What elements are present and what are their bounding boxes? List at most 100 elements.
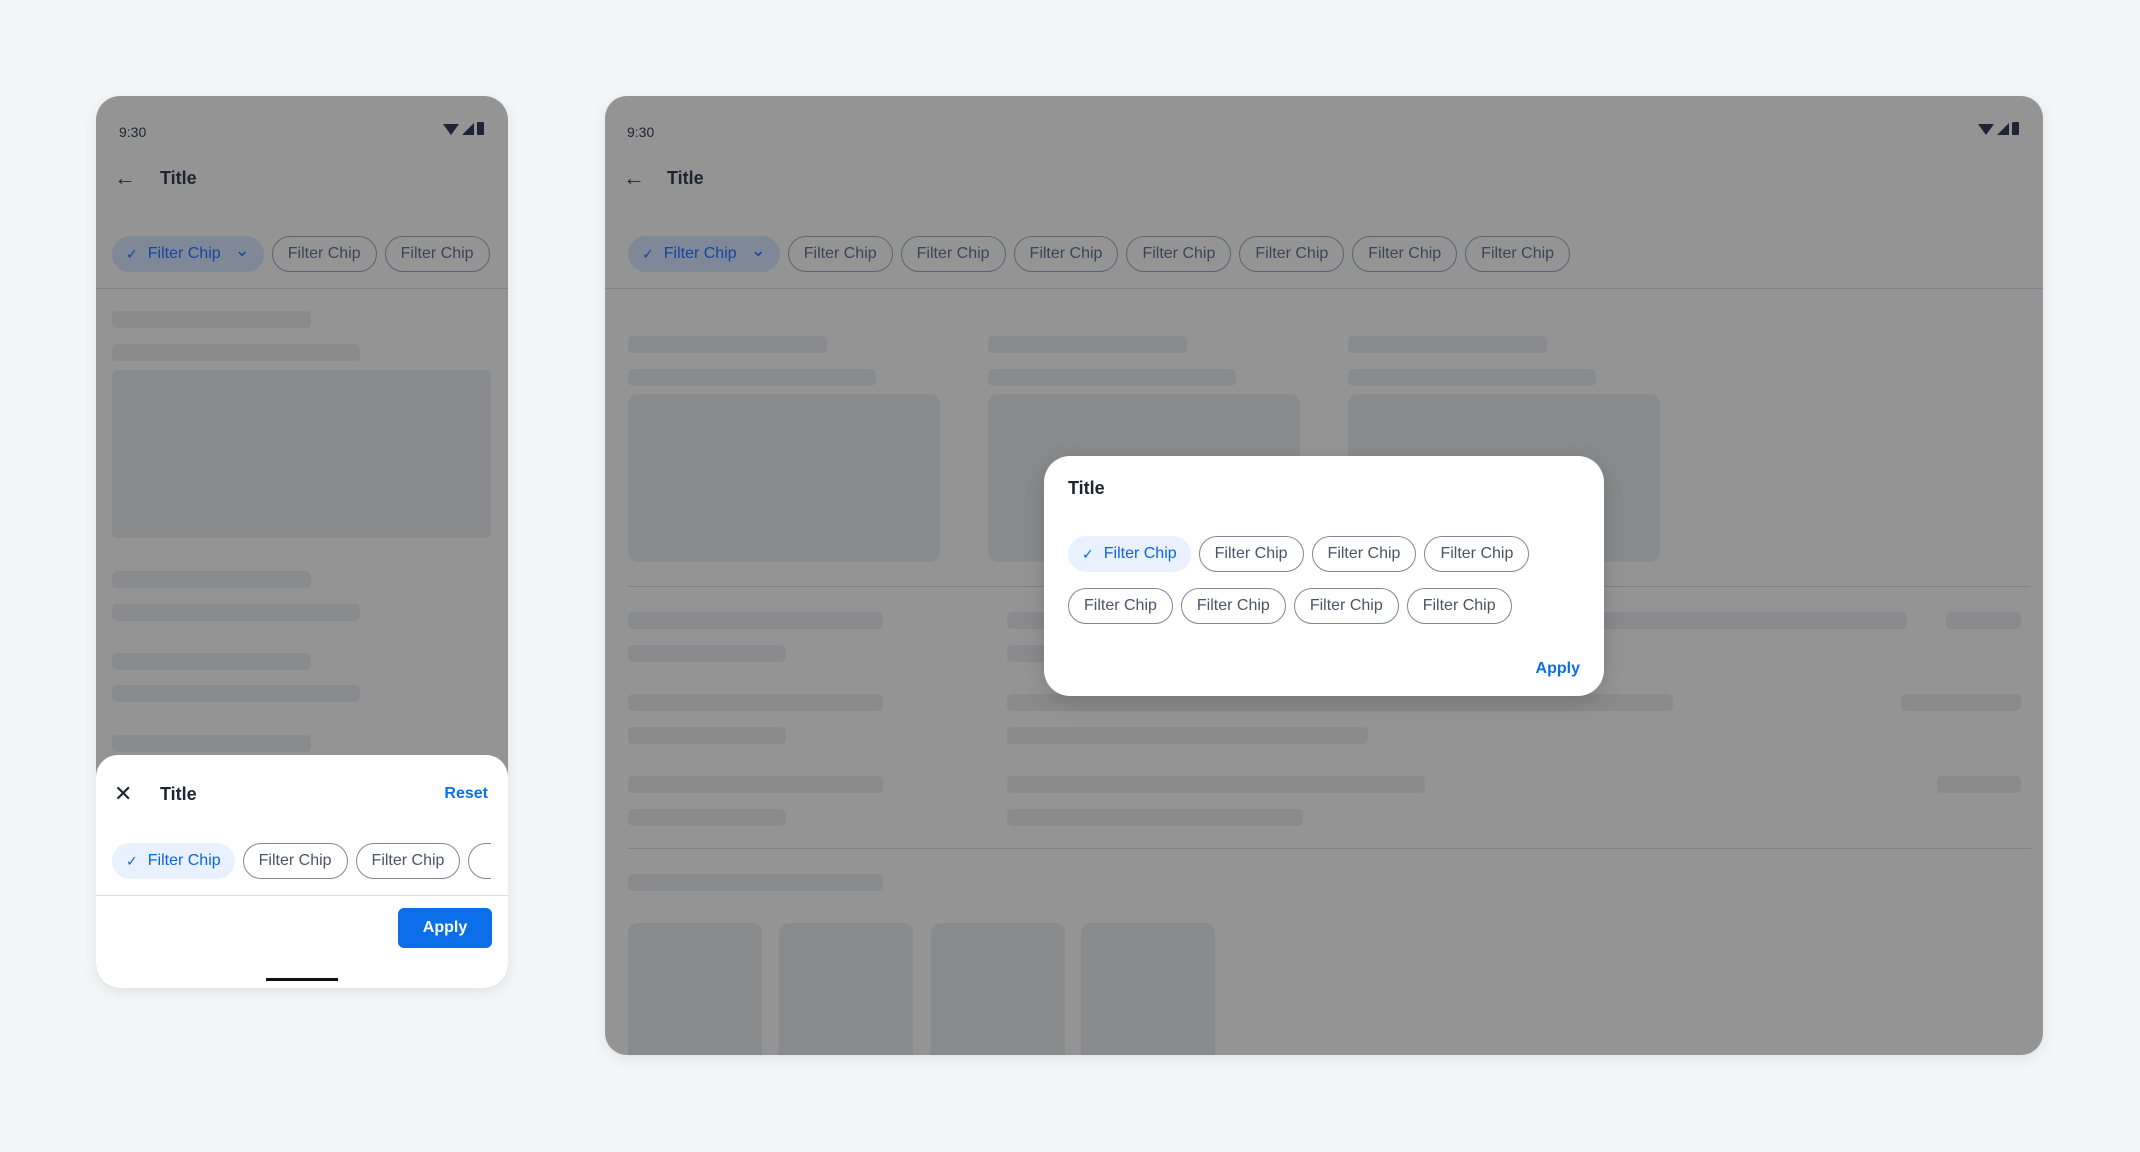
filter-dialog: Title ✓ Filter Chip Filter Chip Filter Chip… — [1044, 456, 1604, 696]
skeleton-line — [628, 809, 786, 826]
chip-label: Filter Chip — [1255, 245, 1329, 262]
chip-row: ✓ Filter Chip ⌄ Filter Chip Filter Chip — [112, 236, 498, 272]
filter-chip[interactable]: Filter Chip — [1465, 236, 1571, 272]
skeleton-line — [1007, 694, 1673, 711]
status-time: 9:30 — [119, 124, 147, 140]
filter-chip-selected[interactable]: ✓ Filter Chip — [112, 843, 235, 879]
filter-chip[interactable]: Filter Chip — [1352, 236, 1458, 272]
apply-button[interactable]: Apply — [1536, 660, 1580, 678]
skeleton-line — [628, 776, 883, 793]
skeleton-line — [628, 612, 883, 629]
sheet-title: Title — [160, 784, 197, 804]
filter-chip[interactable]: Filter Chip — [242, 843, 348, 879]
filter-chip[interactable]: Filter Chip — [1424, 536, 1530, 572]
chip-label: Filter Chip — [1481, 245, 1555, 262]
apply-label: Apply — [422, 919, 468, 936]
chevron-down-icon: ⌄ — [234, 239, 250, 260]
chip-row: ✓ Filter Chip ⌄ Filter Chip Filter Chip Filte… — [628, 236, 1571, 272]
close-icon[interactable]: ✕ — [114, 783, 132, 805]
skeleton-line — [628, 645, 786, 662]
back-arrow-icon[interactable]: ← — [114, 167, 136, 189]
filter-chip[interactable]: Filter Chip — [271, 236, 377, 272]
skeleton-line — [1937, 776, 2021, 793]
filter-chip[interactable]: Filter Chip — [1406, 588, 1512, 624]
skeleton-image — [628, 394, 940, 562]
filter-chip-selected[interactable]: ✓ Filter Chip ⌄ — [628, 236, 780, 272]
filter-chip[interactable]: Filter Chip — [1239, 236, 1345, 272]
skeleton-image — [931, 923, 1065, 1055]
skeleton-line — [112, 685, 360, 702]
divider — [96, 288, 508, 289]
filter-chip[interactable]: Filter Chip — [384, 236, 490, 272]
check-icon: ✓ — [642, 245, 654, 262]
filter-chip[interactable]: Filter Chip — [1293, 588, 1399, 624]
wifi-icon — [443, 124, 459, 135]
sheet-chip-row: ✓ Filter Chip Filter Chip Filter Chip — [112, 843, 491, 879]
filter-chip[interactable]: Filter Chip — [1068, 588, 1173, 624]
status-icons — [443, 122, 484, 135]
divider — [96, 895, 508, 896]
wifi-icon — [1978, 124, 1994, 135]
divider — [628, 848, 2031, 849]
chip-label: Filter Chip — [1440, 545, 1514, 562]
skeleton-image — [779, 923, 913, 1055]
skeleton-line — [1946, 612, 2021, 629]
chip-label: Filter Chip — [1422, 597, 1496, 614]
chip-label: Filter Chip — [1214, 545, 1288, 562]
chip-label: Filter Chip — [916, 245, 990, 262]
chip-label: Filter Chip — [1309, 597, 1383, 614]
skeleton-line — [988, 336, 1187, 353]
back-arrow-icon[interactable]: ← — [623, 167, 645, 189]
battery-icon — [477, 122, 484, 135]
skeleton-line — [1901, 694, 2021, 711]
filter-chip[interactable]: Filter Chip — [1013, 236, 1119, 272]
reset-button[interactable]: Reset — [444, 785, 488, 803]
skeleton-image — [628, 923, 762, 1055]
chip-label: Filter Chip — [1196, 597, 1270, 614]
filter-chip[interactable] — [468, 843, 491, 879]
chip-label: Filter Chip — [258, 852, 332, 869]
chip-label: Filter Chip — [1368, 245, 1442, 262]
signal-icon — [462, 123, 474, 135]
chip-label: Filter Chip — [371, 852, 445, 869]
chip-label: Filter Chip — [1327, 545, 1401, 562]
filter-chip[interactable]: Filter Chip — [1180, 588, 1286, 624]
chip-label: Filter Chip — [1084, 597, 1157, 614]
app-bar-title: Title — [667, 168, 704, 188]
skeleton-line — [628, 874, 883, 891]
skeleton-line — [628, 369, 876, 386]
skeleton-line — [628, 694, 883, 711]
check-icon: ✓ — [126, 245, 138, 262]
skeleton-line — [112, 571, 311, 588]
skeleton-line — [1007, 809, 1303, 826]
chip-label: Filter Chip — [147, 245, 221, 262]
dialog-chip-row: Filter Chip Filter Chip Filter Chip Filter … — [1068, 588, 1512, 624]
skeleton-line — [112, 311, 311, 328]
apply-button[interactable]: Apply — [398, 908, 492, 948]
chip-label: Filter Chip — [400, 245, 474, 262]
skeleton-line — [112, 604, 360, 621]
filter-chip[interactable]: Filter Chip — [787, 236, 893, 272]
filter-chip[interactable]: Filter Chip — [1198, 536, 1304, 572]
skeleton-line — [112, 735, 311, 752]
chip-label: Filter Chip — [803, 245, 877, 262]
chip-label: Filter Chip — [287, 245, 361, 262]
chip-label: Filter Chip — [1103, 545, 1177, 562]
skeleton-line — [112, 653, 311, 670]
skeleton-line — [112, 344, 360, 361]
filter-chip-selected[interactable]: ✓ Filter Chip ⌄ — [112, 236, 264, 272]
filter-chip[interactable]: Filter Chip — [355, 843, 461, 879]
home-indicator — [266, 978, 338, 981]
filter-chip[interactable]: Filter Chip — [1126, 236, 1232, 272]
status-time: 9:30 — [627, 124, 655, 140]
skeleton-image — [112, 370, 491, 538]
filter-chip[interactable]: Filter Chip — [900, 236, 1006, 272]
skeleton-image — [1081, 923, 1215, 1055]
filter-chip[interactable]: Filter Chip — [1311, 536, 1417, 572]
phone-frame: 9:30 ← Title ✓ Filter Chip ⌄ Filter Chip Fil… — [96, 96, 508, 988]
skeleton-line — [1348, 369, 1596, 386]
bottom-sheet: ✕ Title Reset ✓ Filter Chip Filter Chip Fil… — [96, 755, 508, 988]
filter-chip-selected[interactable]: ✓ Filter Chip — [1068, 536, 1191, 572]
skeleton-line — [628, 336, 827, 353]
chevron-down-icon: ⌄ — [750, 239, 766, 260]
